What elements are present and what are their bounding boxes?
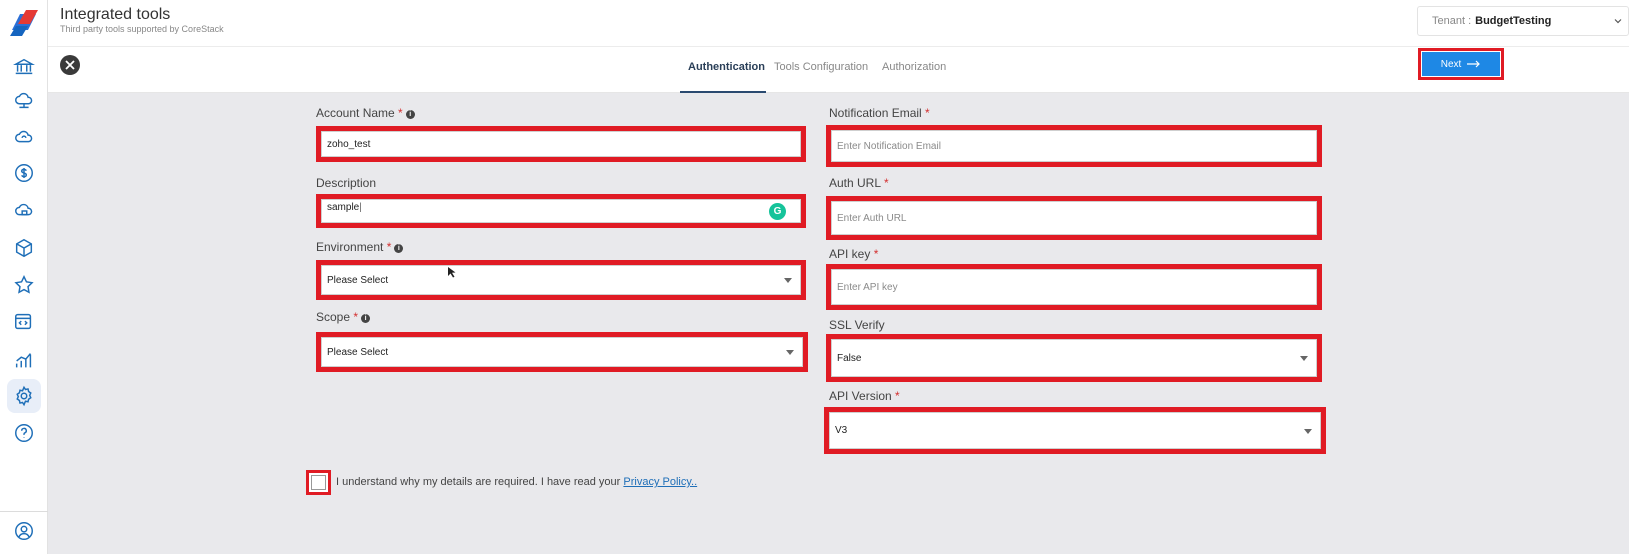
api-key-input[interactable]: Enter API key [831,269,1317,305]
notification-email-label: Notification Email * [829,106,930,120]
consent-checkbox-highlight [306,470,331,495]
cube-icon[interactable] [7,231,41,265]
page-title: Integrated tools [60,6,171,23]
close-button[interactable] [60,55,80,75]
ssl-verify-select[interactable]: False [831,339,1317,377]
mouse-cursor-icon [448,267,456,278]
page-header: Integrated tools Third party tools suppo… [48,0,1629,47]
next-button-highlight: Next [1418,48,1504,80]
chart-icon[interactable] [7,343,41,377]
account-name-highlight: zoho_test [316,126,806,162]
scope-label: Scope * i [316,310,371,324]
chevron-down-icon [1614,19,1622,24]
consent-text: I understand why my details are required… [336,476,698,488]
tenant-label: Tenant : [1432,15,1472,27]
description-label: Description [316,176,377,190]
tenant-selector[interactable]: Tenant : BudgetTesting [1417,6,1629,36]
cloud-network-icon[interactable] [7,84,41,118]
auth-url-label: Auth URL * [829,176,889,190]
tab-authentication[interactable]: Authentication [688,61,765,73]
notification-email-highlight: Enter Notification Email [826,125,1322,167]
api-key-highlight: Enter API key [826,264,1322,310]
star-icon[interactable] [7,268,41,302]
cloud-lock-icon[interactable] [7,194,41,228]
bank-icon[interactable] [7,50,41,84]
info-icon: i [361,314,371,323]
close-icon [65,60,75,70]
account-name-label: Account Name * i [316,106,415,120]
account-name-input[interactable]: zoho_test [321,131,801,157]
ssl-verify-value: False [837,352,862,364]
description-value: sample [327,202,360,213]
ssl-verify-label: SSL Verify [829,318,885,332]
privacy-policy-link[interactable]: Privacy Policy.. [623,476,697,488]
description-input[interactable]: sample | G [321,199,801,223]
environment-value: Please Select [327,274,389,286]
active-tab-indicator [680,91,766,93]
next-button[interactable]: Next [1422,52,1500,76]
dropdown-caret-icon [1300,356,1308,361]
dropdown-caret-icon [1304,428,1312,434]
api-version-label: API Version * [829,389,900,403]
api-version-select[interactable]: V3 [829,412,1321,449]
wizard-tabbar: Authentication Tools Configuration Autho… [48,47,1629,93]
info-icon: i [405,110,415,119]
dollar-icon[interactable] [7,156,41,190]
code-settings-icon[interactable] [7,305,41,339]
settings-icon[interactable] [7,379,41,413]
description-highlight: sample | G [316,194,806,228]
tab-tools-configuration[interactable]: Tools Configuration [774,61,868,73]
sidebar-divider [0,511,48,512]
help-icon[interactable] [7,416,41,450]
dropdown-caret-icon [784,278,792,283]
arrow-right-icon [1467,60,1481,68]
next-button-label: Next [1440,58,1462,70]
grammarly-icon[interactable]: G [769,203,786,220]
scope-highlight: Please Select [316,332,808,372]
auth-url-highlight: Enter Auth URL [826,196,1322,240]
info-icon: i [394,244,404,253]
consent-checkbox[interactable] [311,475,326,490]
api-version-highlight: V3 [824,407,1326,454]
environment-label: Environment * i [316,240,404,254]
sidebar [0,0,48,554]
api-version-value: V3 [835,425,848,436]
ssl-verify-highlight: False [826,334,1322,382]
page-subtitle: Third party tools supported by CoreStack [60,24,224,34]
dropdown-caret-icon [786,350,794,355]
auth-url-input[interactable]: Enter Auth URL [831,201,1317,235]
tab-authorization[interactable]: Authorization [882,61,946,73]
scope-select[interactable]: Please Select [321,337,803,367]
cloud-sync-icon[interactable] [7,120,41,154]
user-icon[interactable] [7,514,41,548]
environment-select[interactable]: Please Select [321,265,801,295]
notification-email-input[interactable]: Enter Notification Email [831,130,1317,162]
tenant-value: BudgetTesting [1475,15,1552,27]
api-key-label: API key * [829,247,879,261]
corestack-logo[interactable] [6,8,42,38]
environment-highlight: Please Select [316,260,806,300]
scope-value: Please Select [327,346,389,358]
